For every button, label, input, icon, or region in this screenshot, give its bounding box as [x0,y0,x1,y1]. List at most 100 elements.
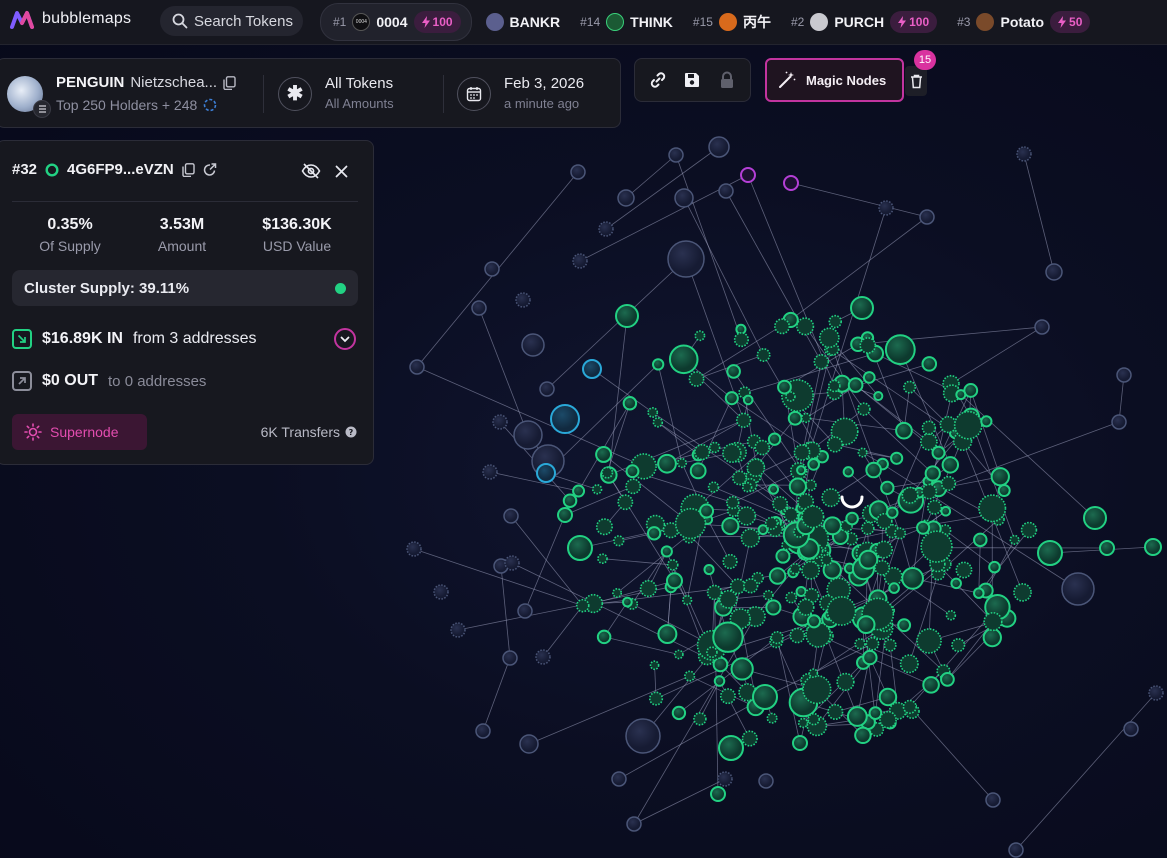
holder-bubble[interactable] [752,684,778,710]
holder-bubble[interactable] [666,559,679,571]
holder-bubble[interactable] [665,572,683,590]
holder-bubble[interactable] [865,461,882,479]
selected-cluster-bubble[interactable] [536,463,556,483]
hide-eye-icon[interactable] [301,163,321,179]
holder-bubble[interactable] [596,629,612,645]
holder-bubble[interactable] [955,389,967,401]
holder-bubble[interactable] [857,402,871,416]
brand-logo[interactable]: bubblemaps [10,8,131,30]
holder-bubble[interactable] [847,377,864,393]
holder-bubble[interactable] [646,526,662,541]
holder-bubble[interactable] [732,470,748,486]
holder-bubble[interactable] [886,506,899,519]
holder-bubble[interactable] [827,703,844,720]
holder-bubble[interactable] [1123,721,1139,737]
holder-bubble[interactable] [1099,540,1115,556]
holder-bubble[interactable] [901,566,924,590]
holder-bubble[interactable] [775,548,791,564]
holder-bubble[interactable] [804,479,817,492]
holder-bubble[interactable] [926,499,943,515]
holder-bubble[interactable] [730,657,754,681]
holder-bubble[interactable] [768,567,787,585]
holder-bubble[interactable] [660,545,673,558]
holder-bubble[interactable] [901,486,919,504]
holder-bubble[interactable] [763,589,774,601]
holder-bubble[interactable] [684,670,696,682]
holder-bubble[interactable] [807,712,821,726]
holder-bubble[interactable] [950,577,962,590]
holder-bubble[interactable] [878,687,898,707]
holder-bubble[interactable] [997,484,1011,498]
holder-bubble[interactable] [735,412,752,429]
holder-bubble[interactable] [940,475,957,492]
holder-bubble[interactable] [973,587,985,599]
holder-bubble[interactable] [951,638,966,653]
ticker-item-potato[interactable]: #3 Potato 50 [947,4,1100,40]
holder-bubble[interactable] [1148,685,1164,701]
holder-bubble[interactable] [785,591,798,604]
holder-bubble[interactable] [667,240,705,278]
holder-bubble[interactable] [1037,540,1063,566]
holder-bubble[interactable] [708,441,721,454]
holder-bubble[interactable] [796,465,807,476]
holder-bubble[interactable] [1008,842,1024,858]
holder-bubble[interactable] [953,410,983,440]
holder-bubble[interactable] [789,562,802,575]
holder-bubble[interactable] [880,480,895,495]
holder-bubble[interactable] [1034,319,1050,335]
holder-bubble[interactable] [842,466,854,478]
holder-bubble[interactable] [617,189,635,207]
holder-bubble[interactable] [622,596,633,608]
holder-bubble[interactable] [818,327,840,349]
holder-bubble[interactable] [570,164,586,180]
holder-bubble[interactable] [854,726,872,745]
holder-bubble[interactable] [406,541,422,557]
holder-bubble[interactable] [919,209,935,225]
holder-bubble[interactable] [729,578,746,595]
holder-bubble[interactable] [845,511,859,526]
holder-bubble[interactable] [693,712,707,726]
holder-bubble[interactable] [924,465,941,482]
holder-bubble[interactable] [862,371,876,384]
holder-bubble[interactable] [758,773,774,789]
holder-bubble[interactable] [1061,572,1095,606]
holder-bubble[interactable] [756,348,771,362]
holder-bubble[interactable] [874,540,894,559]
holder-bubble[interactable] [813,354,830,370]
holder-bubble[interactable] [797,598,815,616]
holder-bubble[interactable] [1116,367,1132,383]
holder-bubble[interactable] [652,358,665,371]
holder-bubble[interactable] [983,611,1003,632]
selected-cluster-bubble[interactable] [550,404,580,434]
holder-bubble[interactable] [873,391,884,402]
holder-bubble[interactable] [535,649,551,665]
holder-bubble[interactable] [920,530,953,563]
holder-bubble[interactable] [626,816,642,832]
holder-bubble[interactable] [676,457,688,469]
trash-icon[interactable] [905,66,927,96]
holder-bubble[interactable] [746,458,766,478]
holder-bubble[interactable] [921,483,938,500]
save-icon[interactable] [678,66,706,94]
holder-bubble[interactable] [517,603,533,619]
holder-bubble[interactable] [694,330,706,342]
holder-bubble[interactable] [648,691,664,706]
holder-bubble[interactable] [903,380,917,394]
copy-icon[interactable] [223,75,236,90]
holder-bubble[interactable] [768,483,780,495]
holder-bubble[interactable] [1009,534,1020,545]
holder-bubble[interactable] [801,560,821,580]
ticker-item-bankr[interactable]: BANKR [476,4,571,40]
holder-bubble[interactable] [557,507,573,523]
holder-bubble[interactable] [689,462,707,480]
ticker-item-think[interactable]: #14 THINK [570,4,683,40]
holder-bubble[interactable] [652,417,664,428]
holder-bubble[interactable] [879,710,897,729]
token-holders-row[interactable]: Top 250 Holders + 248 [56,97,217,113]
holder-bubble[interactable] [767,432,782,446]
holder-bubble[interactable] [850,296,874,320]
token-filter-title[interactable]: All Tokens [325,75,393,92]
holder-bubble[interactable] [595,518,613,536]
holder-bubble[interactable] [774,318,791,335]
outflow-row[interactable]: $0 OUT to 0 addresses [12,371,206,391]
